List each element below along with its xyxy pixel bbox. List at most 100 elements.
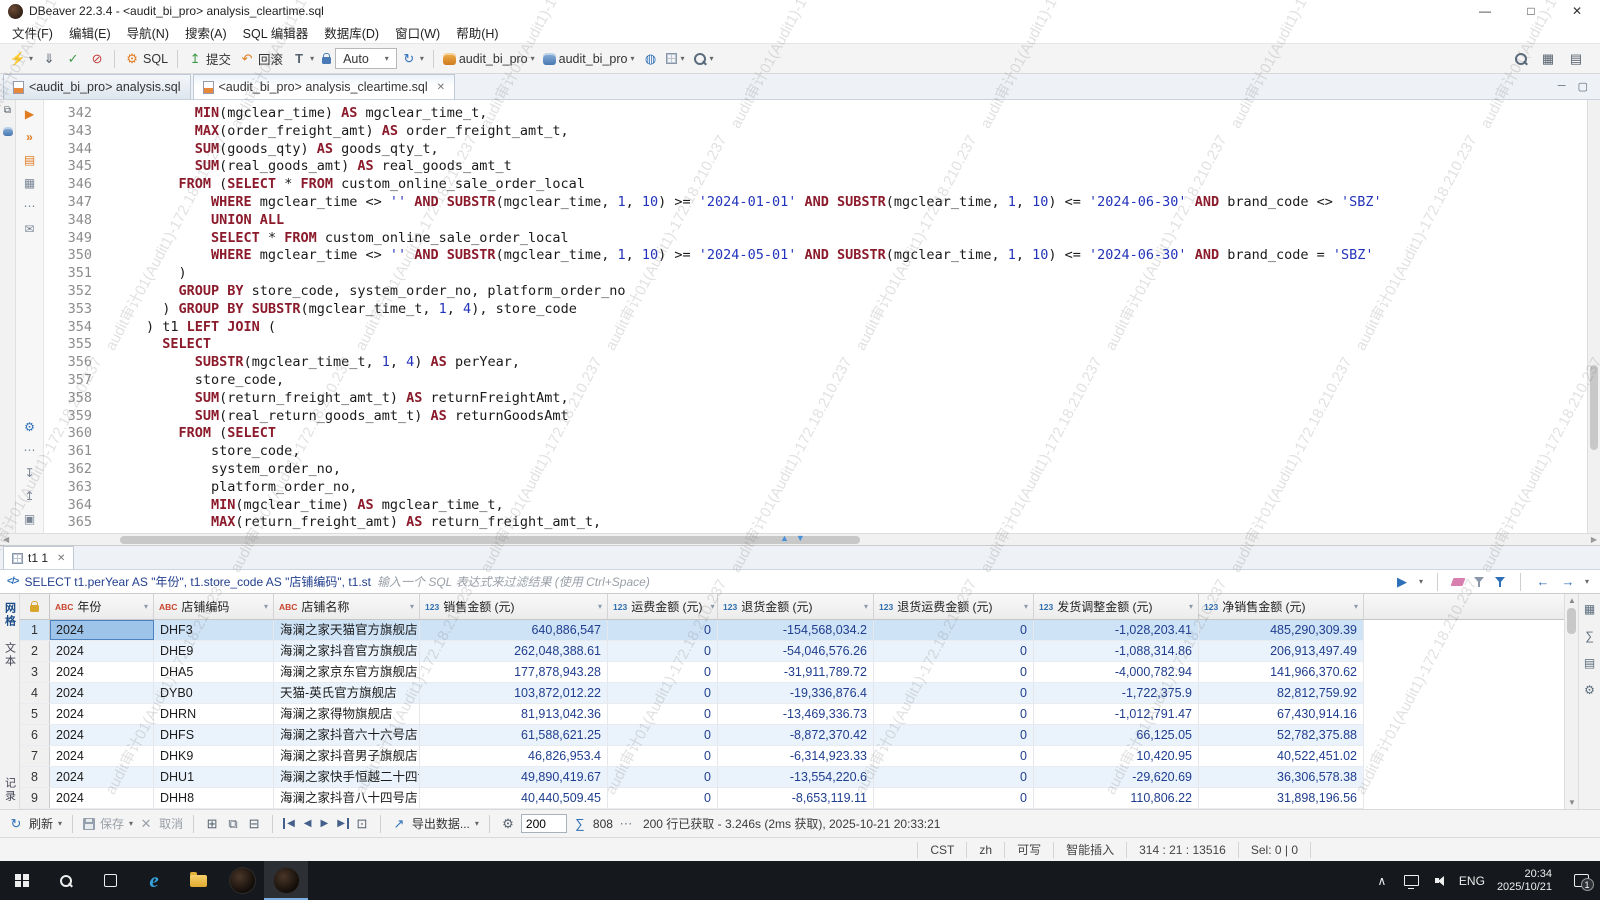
grid-cell[interactable]: 31,898,196.56 bbox=[1199, 788, 1364, 808]
mail-icon[interactable]: ✉ bbox=[22, 222, 38, 236]
start-button[interactable] bbox=[0, 861, 44, 900]
grid-cell[interactable]: 0 bbox=[608, 788, 718, 808]
save-to-file-icon[interactable]: ↧ bbox=[22, 466, 38, 480]
panel-settings-icon[interactable]: ⚙ bbox=[1584, 683, 1595, 697]
grid-cell[interactable]: 2024 bbox=[50, 662, 154, 682]
results-tab-t1[interactable]: t1 1 ✕ bbox=[3, 546, 74, 569]
first-row-icon[interactable]: ◀ bbox=[283, 818, 297, 829]
menu-item-3[interactable]: 导航(N) bbox=[119, 21, 177, 44]
grid-cell[interactable]: -13,469,336.73 bbox=[718, 704, 874, 724]
editor-horizontal-scrollbar[interactable]: ◀ ▲▼ ▶ bbox=[0, 533, 1600, 546]
tray-expand-icon[interactable]: ∧ bbox=[1367, 861, 1397, 900]
grid-cell[interactable]: 0 bbox=[608, 662, 718, 682]
table-row[interactable]: 72024DHK9海澜之家抖音男子旗舰店46,826,953.40-6,314,… bbox=[20, 746, 1364, 767]
network-status-button[interactable]: ◍ bbox=[638, 48, 662, 70]
code-area[interactable]: MIN(mgclear_time) AS mgclear_time_t, MAX… bbox=[102, 100, 1587, 533]
grid-cell[interactable]: 66,125.05 bbox=[1034, 725, 1199, 745]
gear-icon[interactable]: ⚙ bbox=[22, 420, 38, 434]
refresh-icon[interactable]: ↻ bbox=[8, 816, 24, 832]
menu-item-2[interactable]: 编辑(E) bbox=[61, 21, 119, 44]
grid-cell[interactable]: 海澜之家抖音官方旗舰店 bbox=[274, 641, 420, 661]
open-perspective-icon[interactable]: ▤ bbox=[1568, 51, 1584, 67]
notification-center-button[interactable]: 1 bbox=[1562, 861, 1600, 900]
table-row[interactable]: 62024DHFS海澜之家抖音六十六号店61,588,621.250-8,872… bbox=[20, 725, 1364, 746]
grid-cell[interactable]: DHF3 bbox=[154, 620, 274, 640]
grid-cell[interactable]: 2024 bbox=[50, 725, 154, 745]
more-icon[interactable]: ⋯ bbox=[618, 816, 634, 832]
grid-cell[interactable]: 0 bbox=[874, 620, 1034, 640]
grid-cell[interactable]: 640,886,547 bbox=[420, 620, 608, 640]
menu-item-1[interactable]: 文件(F) bbox=[4, 21, 61, 44]
calc-panel-icon[interactable]: ∑ bbox=[1585, 629, 1594, 643]
column-header-3[interactable]: ABC店铺名称▾ bbox=[274, 594, 420, 619]
search-icon[interactable] bbox=[1514, 52, 1528, 66]
grid-cell[interactable]: 海澜之家天猫官方旗舰店 bbox=[274, 620, 420, 640]
grid-cell[interactable]: 206,913,497.49 bbox=[1199, 641, 1364, 661]
last-row-icon[interactable]: ▶ bbox=[335, 818, 349, 829]
volume-icon[interactable] bbox=[1427, 861, 1457, 900]
row-number[interactable]: 9 bbox=[20, 788, 50, 808]
chevron-down-icon[interactable]: ▾ bbox=[58, 819, 62, 828]
column-header-4[interactable]: 123销售金额 (元)▾ bbox=[420, 594, 608, 619]
history-forward-icon[interactable]: → bbox=[1560, 574, 1576, 590]
grid-cell[interactable]: 海澜之家抖音男子旗舰店 bbox=[274, 746, 420, 766]
row-number[interactable]: 3 bbox=[20, 662, 50, 682]
panel-sash-handle[interactable]: ▲▼ bbox=[780, 533, 805, 543]
row-number[interactable]: 5 bbox=[20, 704, 50, 724]
grid-cell[interactable]: -8,653,119.11 bbox=[718, 788, 874, 808]
column-header-9[interactable]: 123净销售金额 (元)▾ bbox=[1199, 594, 1364, 619]
row-number-header[interactable] bbox=[20, 594, 50, 619]
grid-cell[interactable]: 61,588,621.25 bbox=[420, 725, 608, 745]
insert-mode-indicator[interactable]: 智能插入 bbox=[1053, 842, 1126, 858]
dbeaver-taskbar-button[interactable] bbox=[220, 861, 264, 900]
grid-cell[interactable]: 海澜之家抖音六十六号店 bbox=[274, 725, 420, 745]
grid-cell[interactable]: 0 bbox=[608, 704, 718, 724]
chevron-down-icon[interactable]: ▾ bbox=[475, 819, 479, 828]
save-filter-icon[interactable] bbox=[1494, 576, 1506, 588]
grid-cell[interactable]: -1,012,791.47 bbox=[1034, 704, 1199, 724]
grid-cell[interactable]: 海澜之家快手恒越二十四专卖店 bbox=[274, 767, 420, 787]
next-row-icon[interactable]: ▶ bbox=[318, 818, 330, 829]
grid-cell[interactable]: 141,966,370.62 bbox=[1199, 662, 1364, 682]
delete-row-icon[interactable]: ⊟ bbox=[246, 816, 262, 832]
column-filter-icon[interactable]: ▾ bbox=[1350, 602, 1358, 611]
scrollbar-thumb[interactable] bbox=[1590, 365, 1598, 450]
duplicate-row-icon[interactable]: ⧉ bbox=[225, 816, 241, 832]
column-header-5[interactable]: 123运费金额 (元)▾ bbox=[608, 594, 718, 619]
refresh-connection-button[interactable]: ↻▾ bbox=[397, 48, 428, 70]
taskbar-clock[interactable]: 20:34 2025/10/21 bbox=[1487, 868, 1562, 894]
grid-cell[interactable]: 82,812,759.92 bbox=[1199, 683, 1364, 703]
menu-item-7[interactable]: 窗口(W) bbox=[387, 21, 448, 44]
filter-query-text[interactable]: SELECT t1.perYear AS "年份", t1.store_code… bbox=[24, 573, 371, 590]
grid-cell[interactable]: -31,911,789.72 bbox=[718, 662, 874, 682]
menu-item-8[interactable]: 帮助(H) bbox=[448, 21, 506, 44]
explain-plan-icon[interactable]: ▦ bbox=[22, 176, 38, 190]
grid-cell[interactable]: -1,028,203.41 bbox=[1034, 620, 1199, 640]
maximize-button[interactable]: □ bbox=[1508, 0, 1554, 22]
more-actions-icon[interactable]: ⋯ bbox=[22, 443, 38, 457]
grid-cell[interactable]: 0 bbox=[874, 683, 1034, 703]
metadata-panel-icon[interactable]: ▤ bbox=[1584, 656, 1595, 670]
grid-cell[interactable]: 0 bbox=[874, 767, 1034, 787]
goto-row-icon[interactable]: ⊡ bbox=[354, 816, 370, 832]
grid-cell[interactable]: 2024 bbox=[50, 620, 154, 640]
maximize-view-icon[interactable]: ▢ bbox=[1578, 80, 1588, 93]
perspective-icon[interactable]: ▦ bbox=[1540, 51, 1556, 67]
output-panel-icon[interactable]: ▣ bbox=[22, 512, 38, 526]
grid-cell[interactable]: 262,048,388.61 bbox=[420, 641, 608, 661]
grid-cell[interactable]: 40,522,451.02 bbox=[1199, 746, 1364, 766]
column-filter-icon[interactable]: ▾ bbox=[594, 602, 602, 611]
grid-cell[interactable]: DYB0 bbox=[154, 683, 274, 703]
column-filter-icon[interactable]: ▾ bbox=[140, 602, 148, 611]
grid-cell[interactable]: 0 bbox=[608, 767, 718, 787]
table-row[interactable]: 32024DHA5海澜之家京东官方旗舰店177,878,943.280-31,9… bbox=[20, 662, 1364, 683]
value-viewer-icon[interactable]: ▦ bbox=[1584, 602, 1595, 616]
grid-cell[interactable]: -6,314,923.33 bbox=[718, 746, 874, 766]
column-filter-icon[interactable]: ▾ bbox=[860, 602, 868, 611]
scroll-down-icon[interactable]: ▼ bbox=[1568, 798, 1576, 807]
grid-cell[interactable]: 46,826,953.4 bbox=[420, 746, 608, 766]
grid-cell[interactable]: 2024 bbox=[50, 683, 154, 703]
history-back-icon[interactable]: ← bbox=[1535, 574, 1551, 590]
grid-cell[interactable]: 485,290,309.39 bbox=[1199, 620, 1364, 640]
scrollbar-thumb[interactable] bbox=[1567, 608, 1576, 634]
